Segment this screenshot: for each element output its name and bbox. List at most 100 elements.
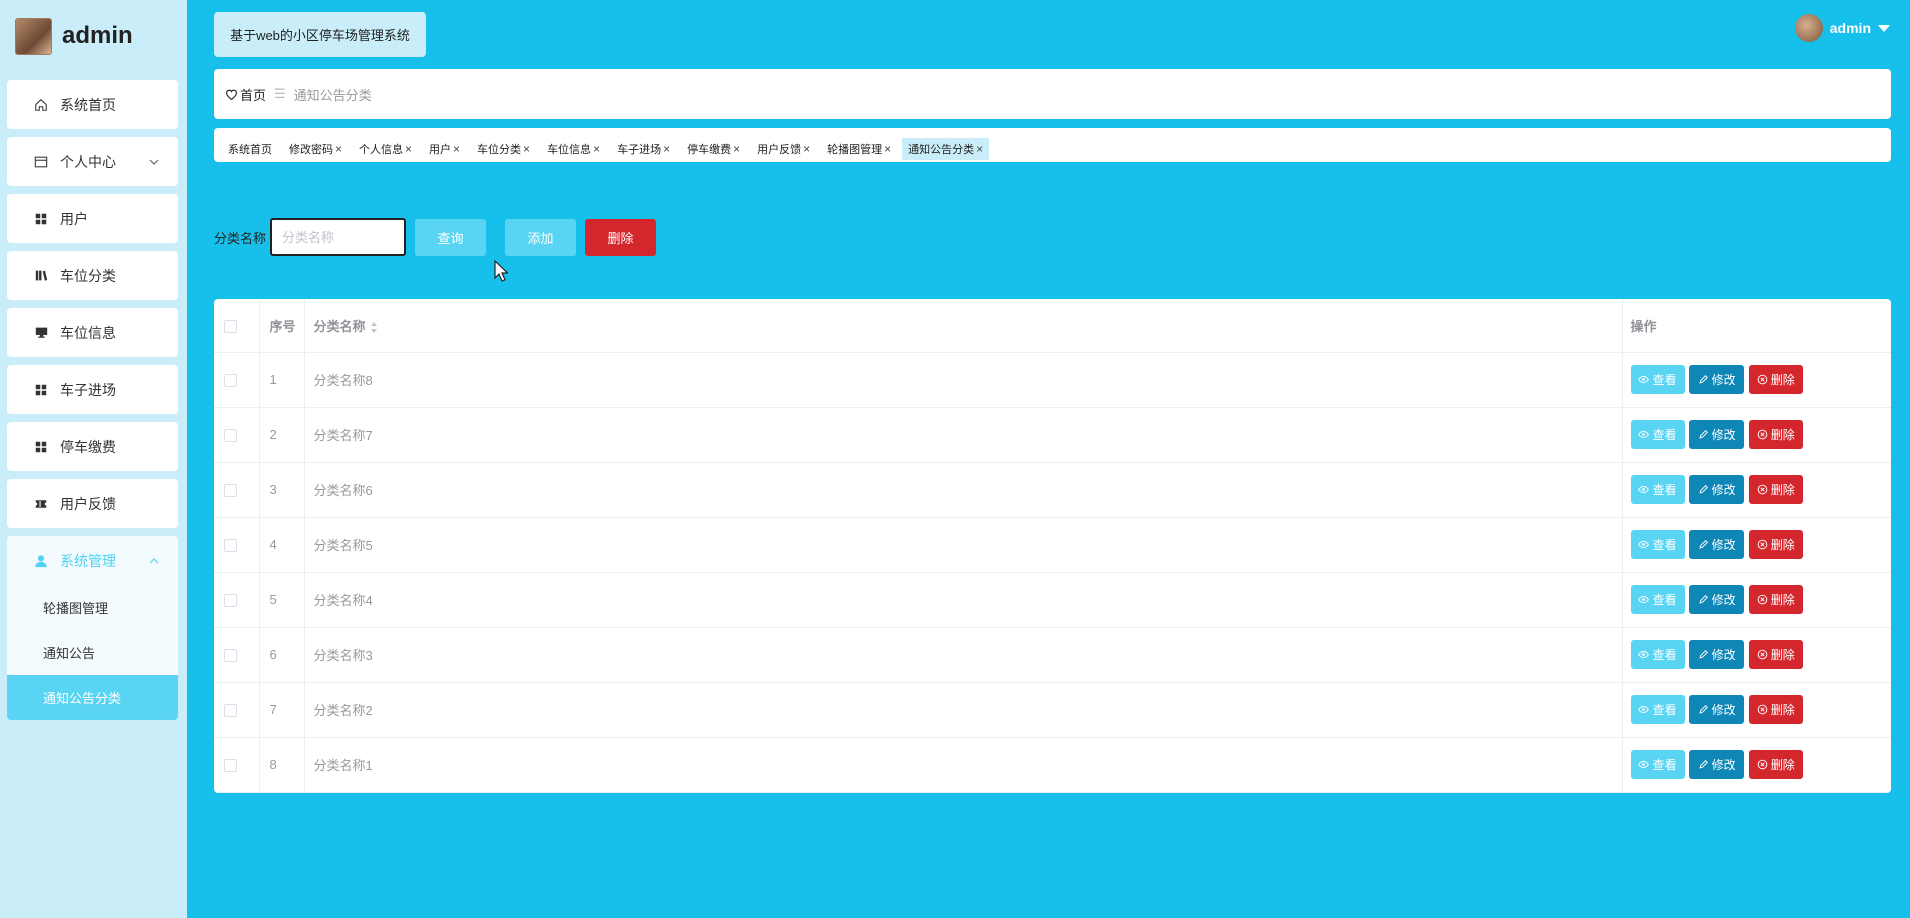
close-icon[interactable]: × [523, 142, 530, 156]
sidebar-item-users[interactable]: 用户 [7, 194, 178, 243]
sidebar-subitem-carousel[interactable]: 轮播图管理 [7, 585, 178, 630]
sidebar-item-label: 个人中心 [60, 153, 116, 170]
row-checkbox[interactable] [224, 374, 237, 388]
edit-button[interactable]: 修改 [1689, 750, 1745, 779]
edit-button[interactable]: 修改 [1689, 365, 1745, 394]
view-button[interactable]: 查看 [1630, 695, 1685, 724]
tag-label: 个人信息 [359, 144, 404, 156]
view-button[interactable]: 查看 [1630, 640, 1685, 669]
row-select-cell [214, 407, 260, 463]
tag-label: 车位信息 [547, 144, 592, 156]
tag-carousel[interactable]: 轮播图管理 × [821, 138, 897, 160]
books-icon [33, 268, 49, 284]
tag-space-info[interactable]: 车位信息 × [541, 138, 606, 160]
view-button[interactable]: 查看 [1630, 420, 1685, 449]
delete-button[interactable]: 删除 [1748, 365, 1803, 394]
close-icon[interactable]: × [884, 142, 891, 156]
close-icon[interactable]: × [733, 142, 740, 156]
user-menu[interactable]: admin [1794, 14, 1890, 42]
row-checkbox[interactable] [224, 484, 237, 498]
row-actions: 查看 修改 删除 [1622, 407, 1891, 463]
grid-icon [33, 439, 49, 455]
view-button[interactable]: 查看 [1630, 365, 1685, 394]
row-checkbox[interactable] [224, 649, 237, 663]
view-button[interactable]: 查看 [1630, 530, 1685, 559]
close-icon[interactable]: × [663, 142, 670, 156]
batch-delete-button[interactable]: 删除 [585, 218, 657, 256]
delete-label: 删除 [1770, 593, 1795, 607]
tag-notice-category[interactable]: 通知公告分类 × [902, 138, 990, 160]
sidebar-item-home[interactable]: 系统首页 [7, 80, 178, 129]
tag-label: 车位分类 [477, 144, 522, 156]
row-checkbox[interactable] [224, 539, 237, 553]
sidebar-subitem-notice[interactable]: 通知公告 [7, 630, 178, 675]
sidebar-item-space-category[interactable]: 车位分类 [7, 251, 178, 300]
tag-car-entry[interactable]: 车子进场 × [611, 138, 676, 160]
grid-icon [33, 211, 49, 227]
close-icon[interactable]: × [453, 142, 460, 156]
close-icon[interactable]: × [593, 142, 600, 156]
edit-button[interactable]: 修改 [1689, 695, 1745, 724]
breadcrumb-current: 通知公告分类 [293, 87, 372, 103]
add-button[interactable]: 添加 [505, 218, 577, 256]
sidebar-item-space-info[interactable]: 车位信息 [7, 308, 178, 357]
close-circle-icon [1757, 704, 1768, 715]
delete-button[interactable]: 删除 [1748, 420, 1803, 449]
edit-button[interactable]: 修改 [1689, 640, 1745, 669]
sidebar: admin 系统首页 个人中心 用户 车位分类 车位信息 车子进场 停车缴费 用… [0, 0, 187, 918]
tag-personal-info[interactable]: 个人信息 × [353, 138, 418, 160]
delete-button[interactable]: 删除 [1748, 585, 1803, 614]
edit-button[interactable]: 修改 [1689, 585, 1745, 614]
sidebar-item-personal-center[interactable]: 个人中心 [7, 137, 178, 186]
tag-home[interactable]: 系统首页 [222, 138, 278, 160]
sidebar-group-system: 系统管理 轮播图管理 通知公告 通知公告分类 [7, 536, 178, 720]
delete-label: 删除 [1770, 703, 1795, 717]
delete-button[interactable]: 删除 [1748, 640, 1803, 669]
breadcrumb-home[interactable]: 首页 [240, 85, 266, 104]
delete-button[interactable]: 删除 [1748, 475, 1803, 504]
view-label: 查看 [1652, 428, 1677, 442]
close-icon[interactable]: × [335, 142, 342, 156]
edit-button[interactable]: 修改 [1689, 420, 1745, 449]
sidebar-item-feedback[interactable]: 用户反馈 [7, 479, 178, 528]
row-select-cell [214, 682, 260, 738]
header-actions: 操作 [1622, 299, 1891, 353]
close-icon[interactable]: × [405, 142, 412, 156]
row-actions: 查看 修改 删除 [1622, 737, 1891, 793]
tag-label: 车子进场 [617, 144, 662, 156]
tag-label: 用户 [429, 144, 452, 156]
view-label: 查看 [1652, 373, 1677, 387]
tag-change-password[interactable]: 修改密码 × [283, 138, 348, 160]
row-checkbox[interactable] [224, 704, 237, 718]
view-button[interactable]: 查看 [1630, 585, 1685, 614]
row-checkbox[interactable] [224, 594, 237, 608]
close-icon[interactable]: × [803, 142, 810, 156]
header-name[interactable]: 分类名称 [304, 299, 1623, 353]
delete-button[interactable]: 删除 [1748, 750, 1803, 779]
view-button[interactable]: 查看 [1630, 750, 1685, 779]
close-icon[interactable]: × [976, 142, 983, 156]
delete-button[interactable]: 删除 [1748, 530, 1803, 559]
row-checkbox[interactable] [224, 429, 237, 443]
eye-icon [1638, 485, 1650, 494]
tag-users[interactable]: 用户 × [423, 138, 466, 160]
view-button[interactable]: 查看 [1630, 475, 1685, 504]
tag-parking-fee[interactable]: 停车缴费 × [681, 138, 746, 160]
edit-button[interactable]: 修改 [1689, 530, 1745, 559]
sidebar-subitem-notice-category[interactable]: 通知公告分类 [7, 675, 178, 720]
edit-button[interactable]: 修改 [1689, 475, 1745, 504]
tag-space-category[interactable]: 车位分类 × [471, 138, 536, 160]
sidebar-item-car-entry[interactable]: 车子进场 [7, 365, 178, 414]
tag-feedback[interactable]: 用户反馈 × [751, 138, 816, 160]
eye-icon [1638, 760, 1650, 769]
select-all-checkbox[interactable] [224, 319, 237, 333]
sort-icon[interactable] [370, 321, 378, 333]
sidebar-item-system-management[interactable]: 系统管理 [7, 536, 178, 585]
sidebar-item-parking-fee[interactable]: 停车缴费 [7, 422, 178, 471]
edit-label: 修改 [1711, 593, 1736, 607]
eye-icon [1638, 650, 1650, 659]
query-button[interactable]: 查询 [415, 218, 487, 256]
category-name-input[interactable] [270, 218, 407, 256]
row-checkbox[interactable] [224, 759, 237, 773]
delete-button[interactable]: 删除 [1748, 695, 1803, 724]
